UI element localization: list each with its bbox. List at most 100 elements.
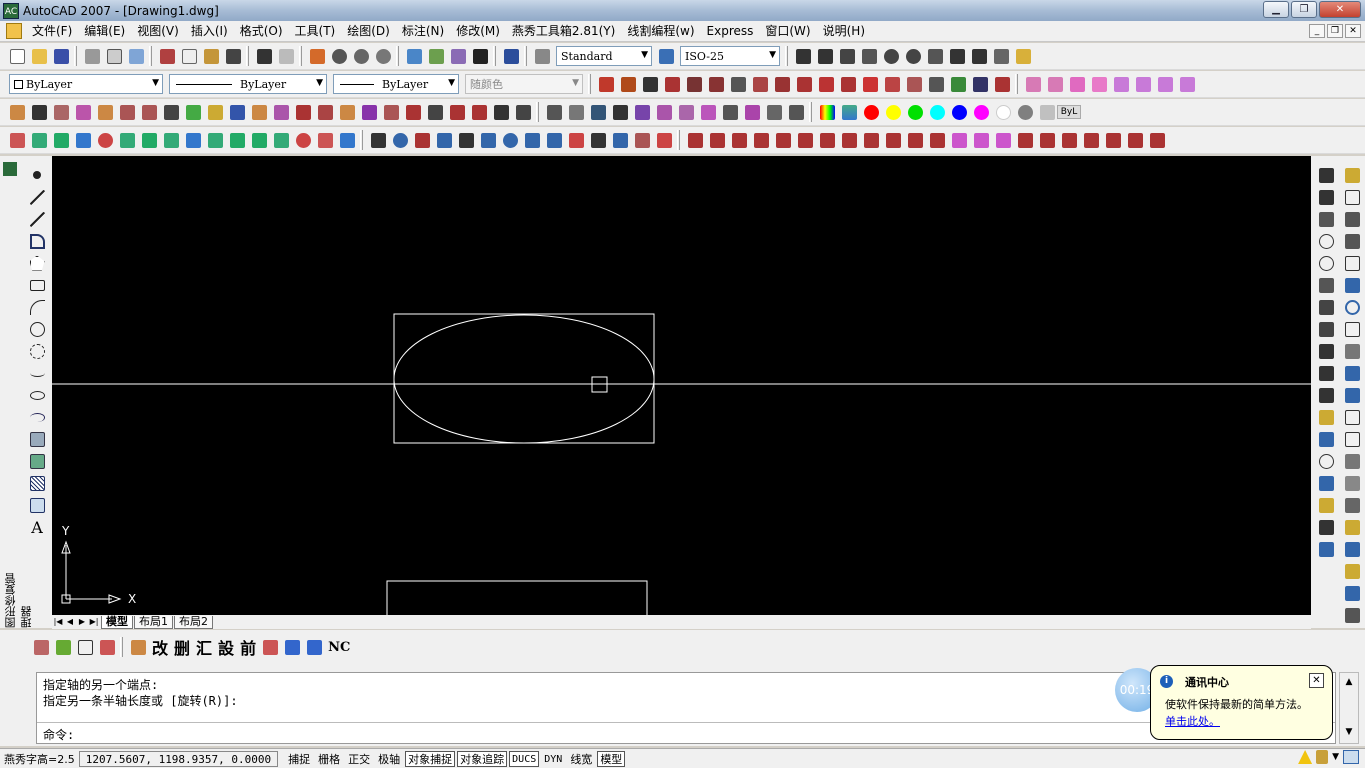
yx-bottom-tool-1[interactable] <box>259 636 281 658</box>
first-tab-icon[interactable]: |◀ <box>52 616 64 628</box>
yx-r4-tool-10[interactable] <box>565 129 587 151</box>
delete-text-button[interactable]: 删 <box>171 635 193 659</box>
modify-text-button[interactable]: 改 <box>149 635 171 659</box>
v-dim-update-button[interactable] <box>1315 516 1337 538</box>
yx-tool-11[interactable] <box>815 73 837 95</box>
yx-r4-tool-4[interactable] <box>433 129 455 151</box>
yx-tool-r3-7[interactable] <box>138 101 160 123</box>
snap-toggle[interactable]: 捕捉 <box>285 751 313 767</box>
yx-tool-r3-24[interactable] <box>512 101 534 123</box>
polygon-button[interactable] <box>26 252 48 274</box>
yx-tool-r3-10[interactable] <box>204 101 226 123</box>
yx-text-tool-6[interactable] <box>653 101 675 123</box>
yx-tool-r3-5[interactable] <box>94 101 116 123</box>
dyn-toggle[interactable]: DYN <box>541 751 565 767</box>
ellipse-button[interactable] <box>26 384 48 406</box>
yx-tool-8[interactable] <box>749 73 771 95</box>
yx-text-tool-9[interactable] <box>719 101 741 123</box>
table-button[interactable] <box>367 129 389 151</box>
offset-button[interactable] <box>1341 230 1363 252</box>
drawing-recovery-icon[interactable] <box>3 162 17 176</box>
yx-tool-14[interactable] <box>881 73 903 95</box>
dim-ordinate-button[interactable] <box>858 45 880 67</box>
break-button[interactable] <box>1341 428 1363 450</box>
yx-show-button[interactable] <box>1044 73 1066 95</box>
yx-r4-tool-13[interactable] <box>631 129 653 151</box>
yx-modify-1-button[interactable] <box>1341 538 1363 560</box>
wire-tool-14[interactable] <box>970 129 992 151</box>
mold-tool-12[interactable] <box>248 129 270 151</box>
yx-text-tool-7[interactable] <box>675 101 697 123</box>
color-palette-button[interactable] <box>816 101 838 123</box>
wire-tool-17[interactable] <box>1036 129 1058 151</box>
minimize-button[interactable]: ▁ <box>1263 1 1289 18</box>
zoom-previous-button[interactable] <box>372 45 394 67</box>
yx-hatch-button[interactable] <box>50 101 72 123</box>
yx-r4-tool-6[interactable] <box>477 129 499 151</box>
mold-tool-2[interactable] <box>28 129 50 151</box>
color-bylayer-button[interactable]: ByL <box>1056 101 1082 123</box>
mold-tool-15[interactable] <box>314 129 336 151</box>
doc-restore-button[interactable]: ❐ <box>1327 24 1343 38</box>
warning-icon[interactable] <box>1298 750 1313 764</box>
color-white-button[interactable] <box>992 101 1014 123</box>
balloon-link[interactable]: 单击此处。 <box>1165 713 1220 729</box>
wire-tool-9[interactable] <box>860 129 882 151</box>
dim-linear-button[interactable] <box>792 45 814 67</box>
scroll-down-icon[interactable]: ▼ <box>1340 727 1358 737</box>
tab-model[interactable]: 模型 <box>101 615 133 629</box>
yx-block2-button[interactable] <box>1088 73 1110 95</box>
ellipse-arc-button[interactable] <box>26 406 48 428</box>
wire-tool-7[interactable] <box>816 129 838 151</box>
yx-modify-4-button[interactable] <box>1341 604 1363 626</box>
save-button[interactable] <box>50 45 72 67</box>
menu-tools[interactable]: 工具(T) <box>289 21 342 41</box>
yx-text-tool-4[interactable] <box>609 101 631 123</box>
v-dim-diameter-button[interactable] <box>1315 252 1337 274</box>
color-blue-button[interactable] <box>948 101 970 123</box>
yx-tool-13[interactable] <box>859 73 881 95</box>
yx-tool-r3-22[interactable] <box>468 101 490 123</box>
yx-tool-4[interactable] <box>661 73 683 95</box>
color-lightgray-button[interactable] <box>1036 101 1058 123</box>
multiline-text-button[interactable]: A <box>26 516 48 538</box>
yx-hide-button[interactable] <box>1022 73 1044 95</box>
ducs-toggle[interactable]: DUCS <box>509 750 540 767</box>
yx-bottom-tool-2[interactable] <box>281 636 303 658</box>
dim-aligned-button[interactable] <box>814 45 836 67</box>
region-button[interactable] <box>26 494 48 516</box>
mirror-button[interactable] <box>1341 208 1363 230</box>
v-dim-angular-button[interactable] <box>1315 274 1337 296</box>
yx-r4-tool-7[interactable] <box>499 129 521 151</box>
yx-tool-12[interactable] <box>837 73 859 95</box>
yx-tool-1[interactable] <box>595 73 617 95</box>
summary-text-button[interactable]: 汇 <box>193 635 215 659</box>
cut-button[interactable] <box>156 45 178 67</box>
menu-draw[interactable]: 绘图(D) <box>341 21 396 41</box>
dim-diameter-button[interactable] <box>902 45 924 67</box>
yx-tool-r3-13[interactable] <box>270 101 292 123</box>
stretch-button[interactable] <box>1341 340 1363 362</box>
menu-view[interactable]: 视图(V) <box>131 21 185 41</box>
yx-tool-r3-16[interactable] <box>336 101 358 123</box>
match-properties-button[interactable] <box>222 45 244 67</box>
drawing-recovery-manager-tab[interactable]: 图形修复管理器 <box>3 566 33 628</box>
yx-cross-button[interactable] <box>6 101 28 123</box>
scroll-up-icon[interactable]: ▲ <box>1340 677 1358 687</box>
erase-button[interactable] <box>1341 164 1363 186</box>
last-tab-icon[interactable]: ▶| <box>88 616 100 628</box>
yx-tool-r3-4[interactable] <box>72 101 94 123</box>
wire-tool-16[interactable] <box>1014 129 1036 151</box>
yx-text-a2-button[interactable] <box>1132 73 1154 95</box>
v-dim-edit-button[interactable] <box>1315 472 1337 494</box>
menu-format[interactable]: 格式(O) <box>234 21 289 41</box>
command-scrollbar[interactable]: ▲ ▼ <box>1339 672 1359 744</box>
yx-tool-r3-21[interactable] <box>446 101 468 123</box>
mold-tool-11[interactable] <box>226 129 248 151</box>
wire-tool-11[interactable] <box>904 129 926 151</box>
yx-r4-tool-5[interactable] <box>455 129 477 151</box>
color-magenta-button[interactable] <box>970 101 992 123</box>
find-button[interactable] <box>389 129 411 151</box>
yx-edit-button[interactable] <box>127 636 149 658</box>
make-block-button[interactable] <box>26 450 48 472</box>
